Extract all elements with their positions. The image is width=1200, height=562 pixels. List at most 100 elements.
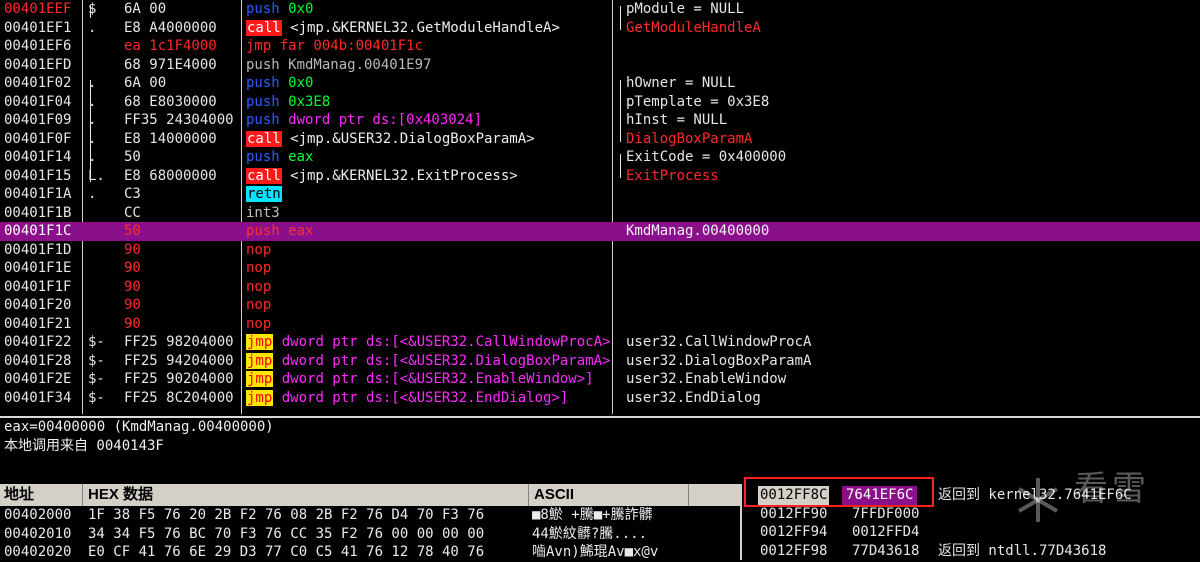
instruction-text: jmp far 004b:00401F1c — [246, 37, 612, 56]
disasm-row[interactable]: 00401F1B CC int3 — [0, 204, 1200, 223]
instruction-token: dword ptr ds:[<&USER32.EnableWindow>] — [273, 371, 594, 387]
disasm-row[interactable]: 00401F15 L. E8 68000000 call <jmp.&KERNEL32… — [0, 167, 1200, 186]
dump-hex-bytes: 1F 38 F5 76 20 2B F2 76 08 2B F2 76 D4 7… — [88, 507, 485, 523]
disasm-row[interactable]: 00401EF1. E8 A4000000 call <jmp.&KERNEL32.… — [0, 19, 1200, 38]
instruction-token: dword ptr ds:[0x403024] — [279, 112, 483, 128]
instruction-token: eax — [279, 149, 314, 165]
argument-bracket — [620, 6, 621, 30]
dump-header-ascii[interactable]: ASCII — [534, 486, 574, 505]
instruction-token: nop — [246, 241, 272, 258]
instruction-token: push — [246, 149, 280, 165]
instruction-address: 00401EFD — [4, 56, 72, 73]
instruction-comment: user32.EndDialog — [626, 389, 1196, 408]
disasm-row[interactable]: 00401F2E $- FF25 90204000 jmp dword ptr ds:… — [0, 370, 1200, 389]
disasm-row[interactable]: 00401F09. FF35 24304000 push dword ptr ds:… — [0, 111, 1200, 130]
dump-row[interactable]: 00402010 34 34 F5 76 BC 70 F3 76 CC 35 F2… — [0, 525, 740, 544]
disasm-row[interactable]: 00401F04. 68 E8030000 push 0x3E8 pTemplate … — [0, 93, 1200, 112]
instruction-text: jmp dword ptr ds:[<&USER32.EnableWindow>… — [246, 370, 612, 389]
disasm-row[interactable]: 00401F34 $- FF25 8C204000 jmp dword ptr ds:… — [0, 389, 1200, 408]
instruction-token: 0x0 — [279, 1, 314, 17]
instruction-bytes: 90 — [124, 297, 141, 313]
instruction-token: int3 — [246, 204, 280, 221]
instruction-bytes: 90 — [124, 241, 141, 258]
memory-dump-pane[interactable]: 地址 HEX 数据 ASCII 00402000 1F 38 F5 76 20 2… — [0, 484, 740, 560]
disasm-row[interactable]: 00401EFD 68 971E4000 push KmdManag.00401E9… — [0, 56, 1200, 75]
instruction-text: call <jmp.&KERNEL32.GetModuleHandleA> — [246, 19, 612, 38]
instruction-bytes: 68 E8030000 — [124, 93, 217, 110]
instruction-token: nop — [246, 315, 272, 332]
instruction-token: push — [246, 75, 280, 91]
instruction-address: 00401EF6 — [4, 38, 72, 54]
instruction-address: 00401F1F — [4, 278, 72, 295]
comment-token: pModule = NULL — [626, 1, 745, 17]
snowflake-icon — [1017, 478, 1059, 522]
instruction-address: 00401F1E — [4, 260, 72, 276]
dump-address: 00402010 — [4, 525, 72, 542]
instruction-bytes: E8 68000000 — [124, 167, 217, 184]
flow-marker: $- — [88, 389, 105, 406]
function-bracket — [90, 6, 91, 18]
flow-marker: L. — [88, 167, 105, 184]
disasm-row[interactable]: 00401F21 90 nop — [0, 315, 1200, 334]
instruction-token: push — [246, 112, 280, 128]
instruction-text: push dword ptr ds:[0x403024] — [246, 111, 612, 130]
instruction-text: push eax — [246, 222, 612, 241]
flow-marker: $- — [88, 352, 105, 369]
disasm-row[interactable]: 00401F1C 50 push eax KmdManag.00400000 — [0, 222, 1200, 241]
comment-token: ExitProcess — [626, 167, 719, 184]
instruction-token: jmp — [246, 389, 274, 406]
instruction-text: nop — [246, 296, 612, 315]
instruction-token: jmp — [246, 371, 274, 387]
disasm-row[interactable]: 00401F22 $- FF25 98204000 jmp dword ptr ds:… — [0, 333, 1200, 352]
dump-row[interactable]: 00402020 E0 CF 41 76 6E 29 D3 77 C0 C5 41… — [0, 543, 740, 562]
disasm-row[interactable]: 00401F02. 6A 00 push 0x0 hOwner = NULL — [0, 74, 1200, 93]
instruction-token: push KmdManag.00401E97 — [246, 56, 432, 73]
comment-token: KmdManag.00400000 — [626, 223, 770, 239]
dump-header-hex[interactable]: HEX 数据 — [88, 486, 153, 505]
instruction-comment: pModule = NULL — [626, 0, 1196, 19]
instruction-text: nop — [246, 241, 612, 260]
instruction-token: push eax — [246, 223, 314, 239]
instruction-token: dword ptr ds:[<&USER32.DialogBoxParamA>] — [273, 352, 612, 369]
dump-header-address[interactable]: 地址 — [4, 486, 34, 505]
stack-address: 0012FF90 — [760, 505, 828, 522]
instruction-comment: GetModuleHandleA — [626, 19, 1196, 38]
flow-marker: . — [88, 186, 97, 202]
instruction-address: 00401F1D — [4, 241, 72, 258]
instruction-bytes: E8 14000000 — [124, 130, 217, 147]
disassembly-pane[interactable]: 00401EEF $6A 00 push 0x0 pModule = NULL 0040… — [0, 0, 1200, 414]
stack-row[interactable]: 0012FF98 77D43618 返回到 ntdll.77D43618 — [742, 542, 1200, 561]
dump-rows[interactable]: 00402000 1F 38 F5 76 20 2B F2 76 08 2B F2… — [0, 506, 740, 562]
disasm-row[interactable]: 00401F0F. E8 14000000 call <jmp.&USER32.Di… — [0, 130, 1200, 149]
stack-value: 77D43618 — [852, 542, 920, 559]
instruction-text: int3 — [246, 204, 612, 223]
disasm-row[interactable]: 00401F1F 90 nop — [0, 278, 1200, 297]
instruction-bytes: C3 — [124, 186, 141, 202]
instruction-token: nop — [246, 260, 272, 276]
disasm-row[interactable]: 00401F28 $- FF25 94204000 jmp dword ptr ds:… — [0, 352, 1200, 371]
instruction-bytes: E8 A4000000 — [124, 19, 217, 36]
dump-hex-bytes: E0 CF 41 76 6E 29 D3 77 C0 C5 41 76 12 7… — [88, 544, 485, 560]
disassembly-list[interactable]: 00401EEF $6A 00 push 0x0 pModule = NULL 0040… — [0, 0, 1200, 407]
dump-row[interactable]: 00402000 1F 38 F5 76 20 2B F2 76 08 2B F2… — [0, 506, 740, 525]
instruction-token: 0x3E8 — [279, 93, 331, 110]
instruction-token: <jmp.&USER32.DialogBoxParamA> — [281, 130, 535, 147]
disasm-row[interactable]: 00401EF6 ea 1c1F4000 jmp far 004b:00401F1c — [0, 37, 1200, 56]
instruction-text: retn — [246, 185, 612, 204]
instruction-token: push — [246, 93, 280, 110]
flow-marker: . — [88, 112, 97, 128]
comment-token: ExitCode = 0x400000 — [626, 149, 787, 165]
instruction-token: <jmp.&KERNEL32.ExitProcess> — [281, 167, 518, 184]
disasm-row[interactable]: 00401F14. 50 push eax ExitCode = 0x400000 — [0, 148, 1200, 167]
disasm-row[interactable]: 00401EEF $6A 00 push 0x0 pModule = NULL — [0, 0, 1200, 19]
instruction-comment: user32.DialogBoxParamA — [626, 352, 1196, 371]
comment-token: DialogBoxParamA — [626, 130, 753, 147]
disasm-row[interactable]: 00401F1E 90 nop — [0, 259, 1200, 278]
dump-header: 地址 HEX 数据 ASCII — [0, 484, 740, 506]
argument-bracket — [620, 80, 621, 142]
disasm-row[interactable]: 00401F1A. C3 retn — [0, 185, 1200, 204]
flow-marker: . — [88, 149, 97, 165]
dump-ascii: ■8鯲 +騰■+騰詐髒 — [532, 507, 653, 523]
disasm-row[interactable]: 00401F1D 90 nop — [0, 241, 1200, 260]
disasm-row[interactable]: 00401F20 90 nop — [0, 296, 1200, 315]
